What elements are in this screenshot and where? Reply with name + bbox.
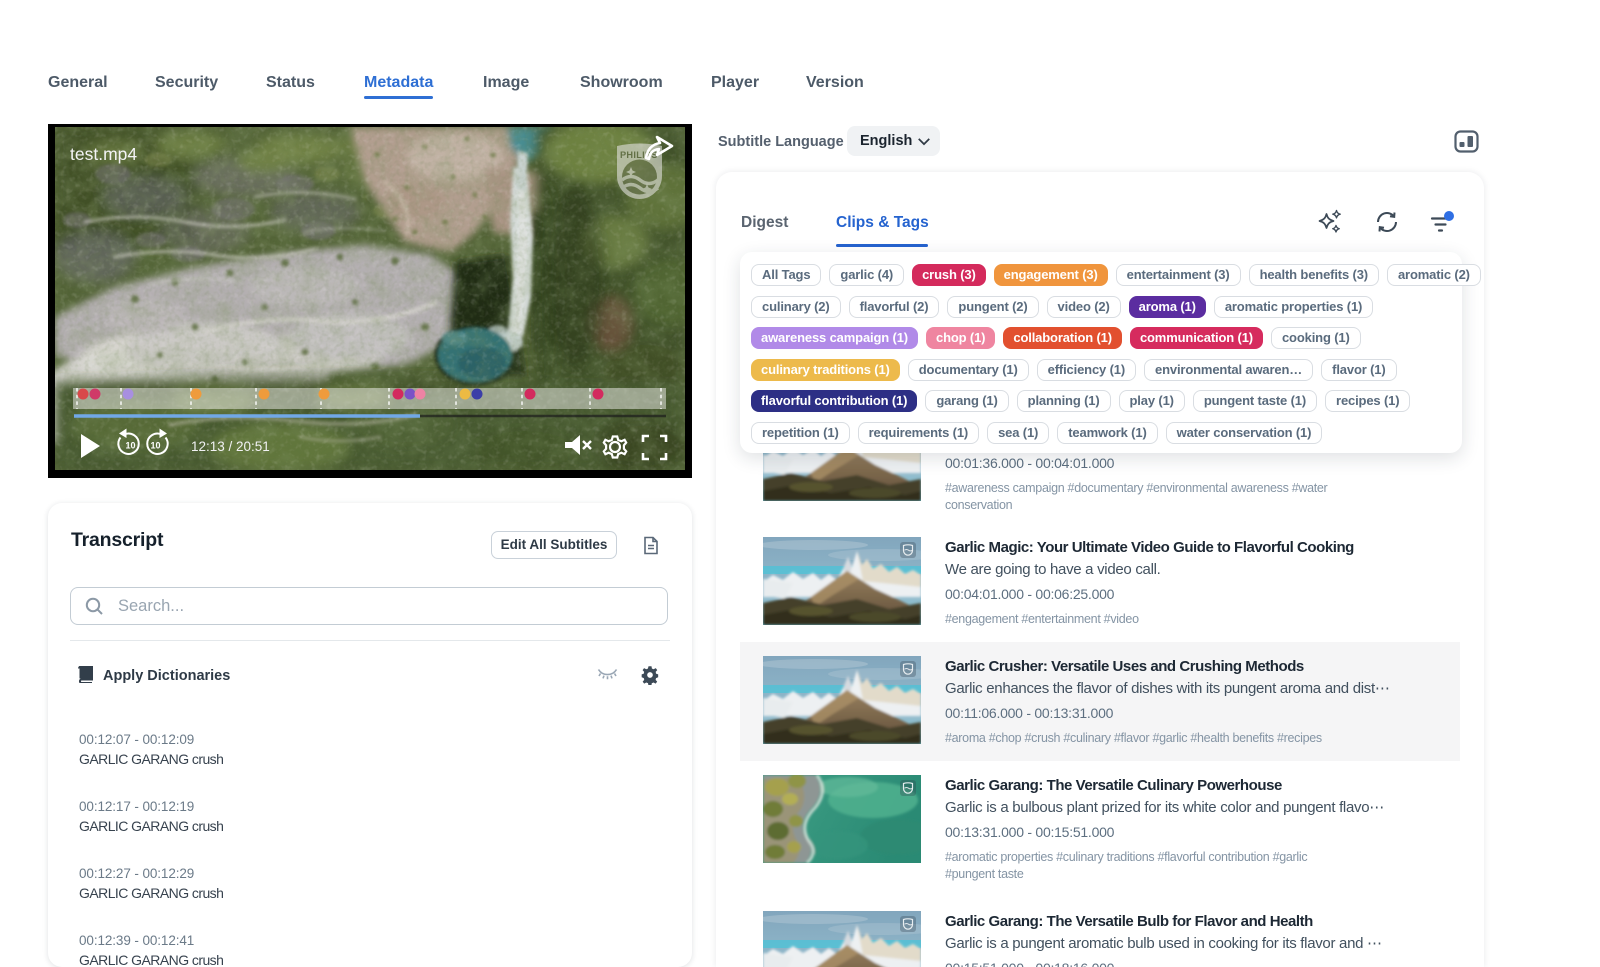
svg-text:10: 10 <box>151 441 161 451</box>
svg-text:10: 10 <box>126 441 136 451</box>
svg-text:test.mp4: test.mp4 <box>70 144 137 164</box>
svg-text:12:13 / 20:51: 12:13 / 20:51 <box>191 439 270 454</box>
